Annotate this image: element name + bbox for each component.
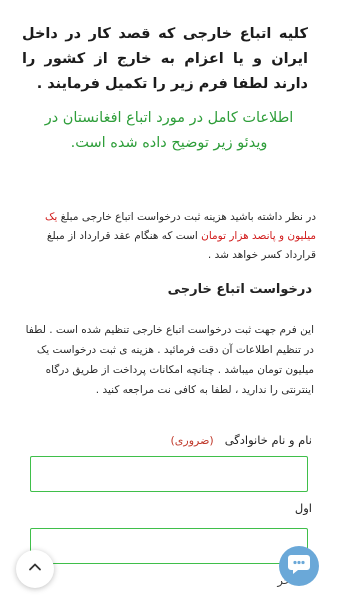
first-label: اول: [294, 501, 312, 515]
fee-notice: در نظر داشته باشید هزینه ثبت درخواست اتب…: [22, 208, 316, 265]
fee-notice-part1: در نظر داشته باشید هزینه ثبت درخواست اتب…: [57, 211, 316, 223]
fullname-label: نام و نام خانوادگی (ضروری): [170, 433, 312, 447]
video-note: اطلاعات کامل در مورد اتباع افغانستان در …: [44, 110, 294, 151]
scroll-top-button[interactable]: [16, 550, 54, 588]
section-title: درخواست اتباع خارجی: [167, 282, 312, 297]
chat-bubble-icon: [286, 551, 312, 581]
intro-text: کلیه اتباع خارجی که قصد کار در داخل ایرا…: [22, 26, 308, 92]
chevron-up-icon: [27, 559, 43, 579]
first-input[interactable]: [31, 529, 307, 563]
form-description: این فرم جهت ثبت درخواست اتباع خارجی تنظی…: [25, 324, 314, 396]
fullname-label-text: نام و نام خانوادگی: [224, 433, 312, 447]
required-tag: (ضروری): [170, 434, 214, 447]
fullname-field[interactable]: [30, 456, 308, 492]
first-field[interactable]: [30, 528, 308, 564]
chat-fab-button[interactable]: [279, 546, 319, 586]
fullname-input[interactable]: [31, 457, 307, 491]
